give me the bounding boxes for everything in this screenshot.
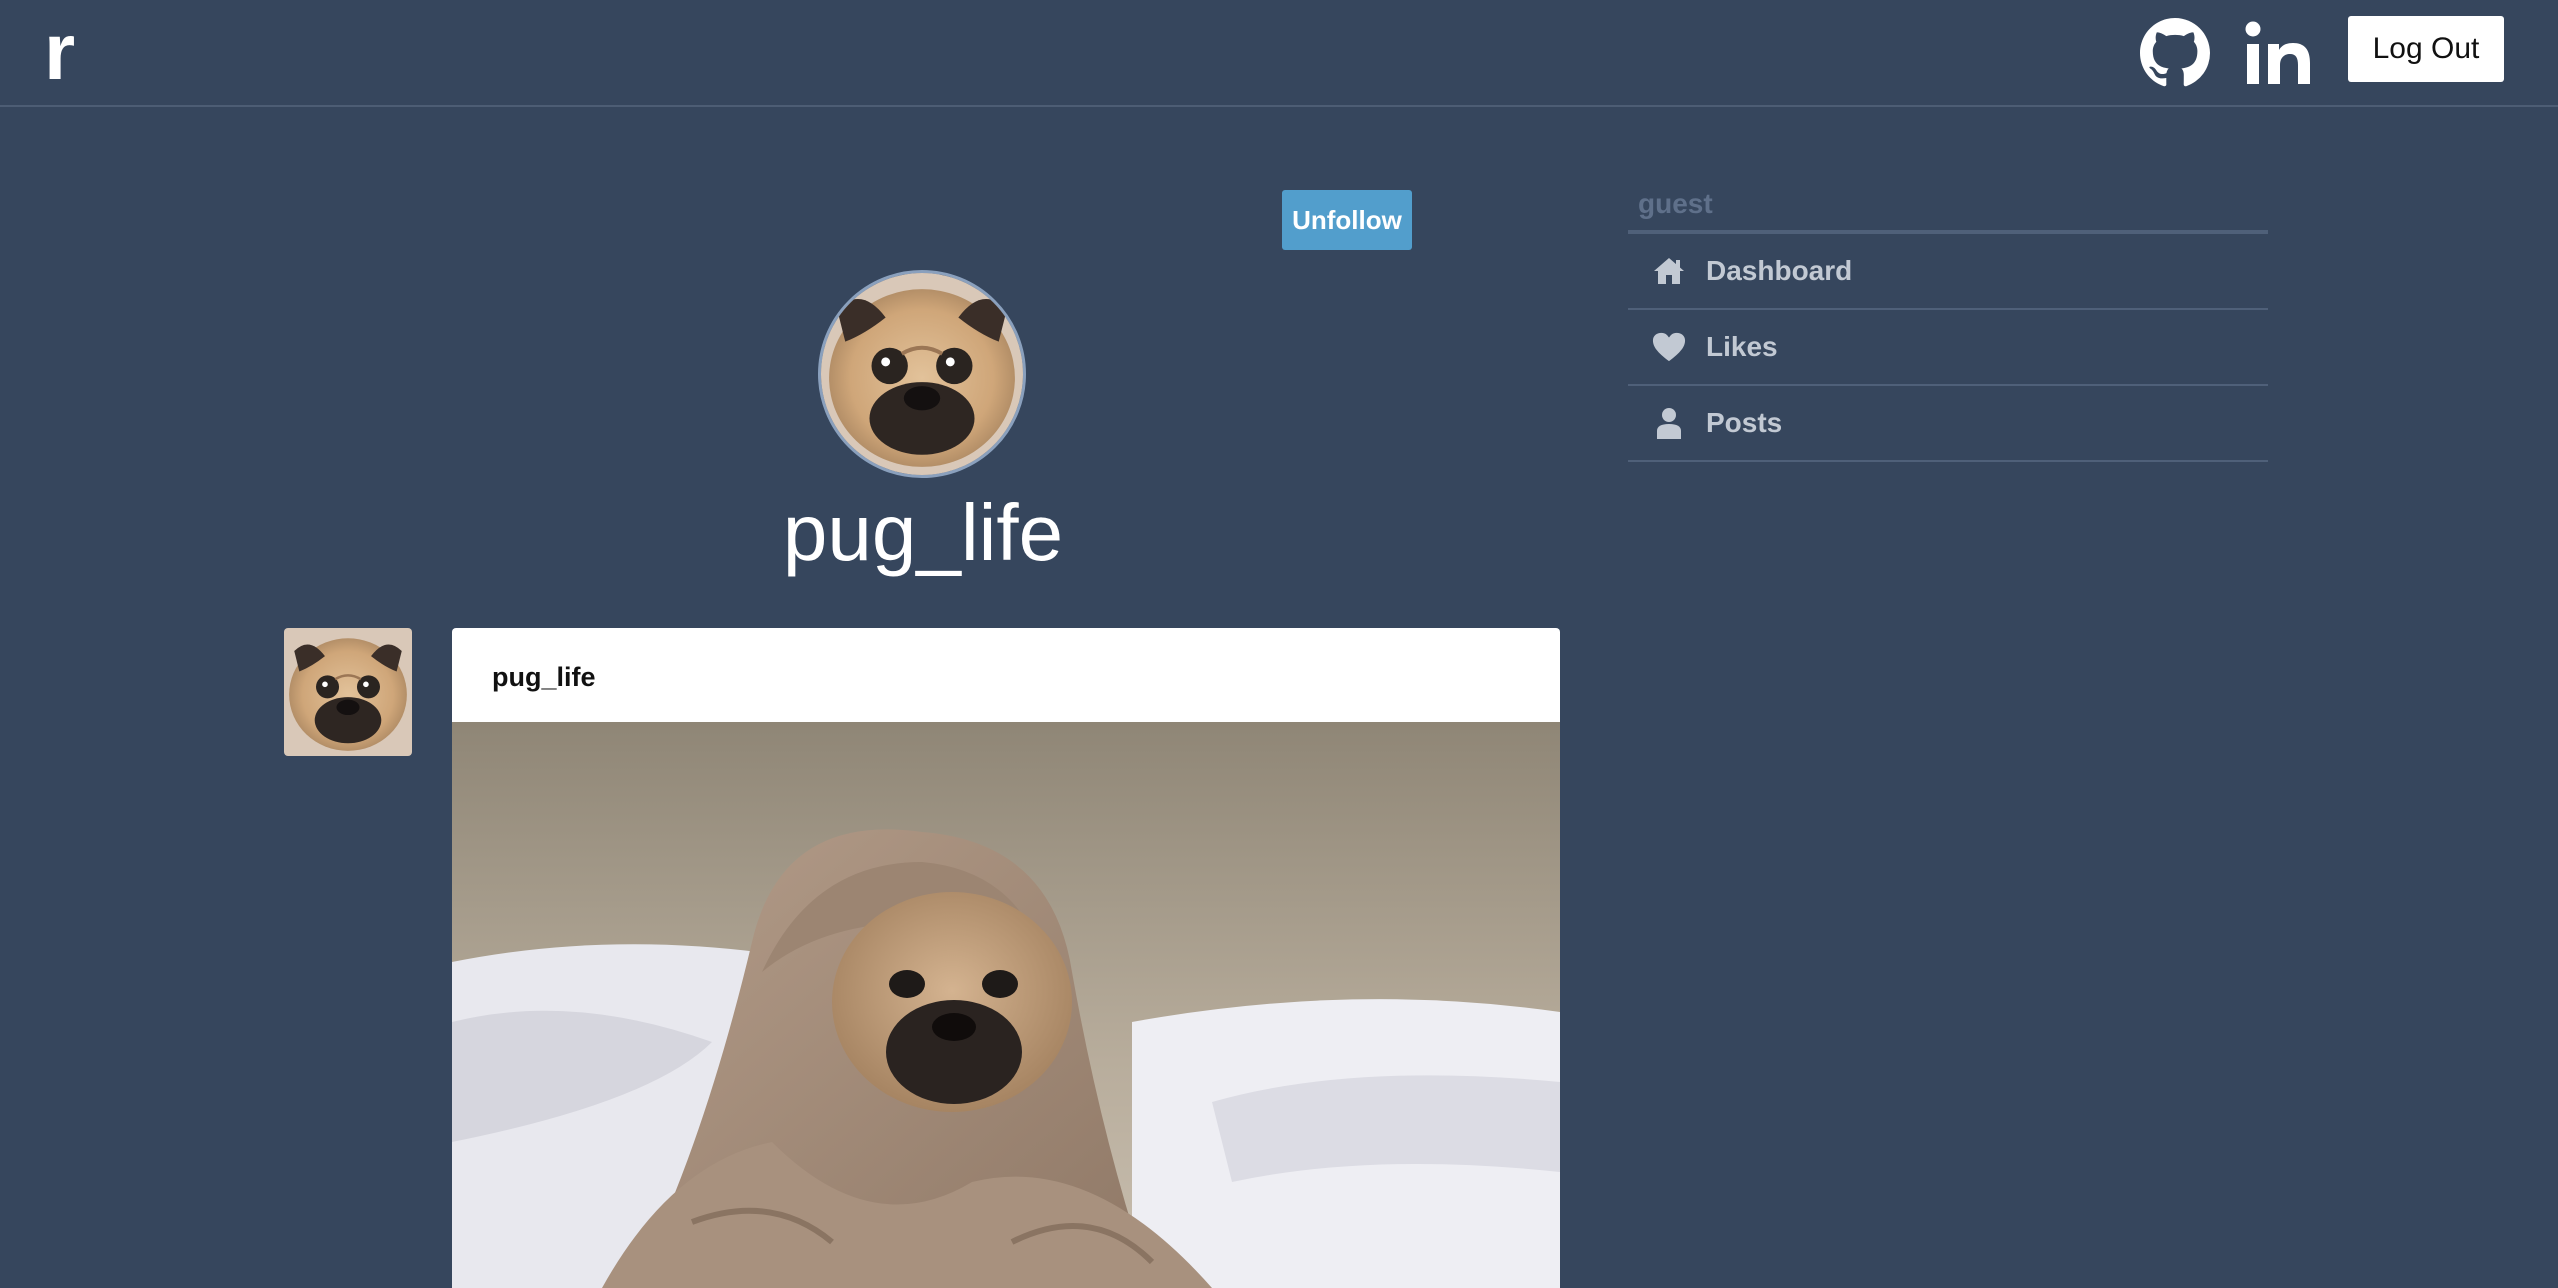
sidebar-item-likes[interactable]: Likes: [1628, 310, 2268, 386]
sidebar-nav: guest Dashboard Likes Posts: [1628, 184, 2268, 462]
person-icon: [1652, 406, 1686, 440]
github-icon[interactable]: [2140, 18, 2210, 88]
post-author-avatar[interactable]: [284, 628, 412, 756]
sidebar-item-label: Likes: [1706, 331, 1778, 362]
logout-button[interactable]: Log Out: [2348, 16, 2504, 82]
heart-icon: [1652, 330, 1686, 364]
home-icon: [1652, 254, 1686, 288]
sidebar-heading: guest: [1628, 184, 2268, 234]
profile-username: pug_life: [782, 488, 1064, 577]
sidebar-item-label: Dashboard: [1706, 255, 1853, 286]
top-navbar: r Log Out: [0, 0, 2558, 107]
sidebar-item-dashboard[interactable]: Dashboard: [1628, 234, 2268, 310]
sidebar-item-posts[interactable]: Posts: [1628, 386, 2268, 462]
post-photo[interactable]: [452, 722, 1560, 1288]
profile-avatar[interactable]: [818, 270, 1026, 478]
sidebar-item-label: Posts: [1706, 407, 1783, 438]
linkedin-icon[interactable]: [2244, 18, 2314, 88]
post-author-name[interactable]: pug_life: [492, 662, 596, 693]
app-logo[interactable]: r: [44, 12, 75, 92]
post-card: pug_life: [452, 628, 1560, 1288]
unfollow-button[interactable]: Unfollow: [1282, 190, 1412, 250]
